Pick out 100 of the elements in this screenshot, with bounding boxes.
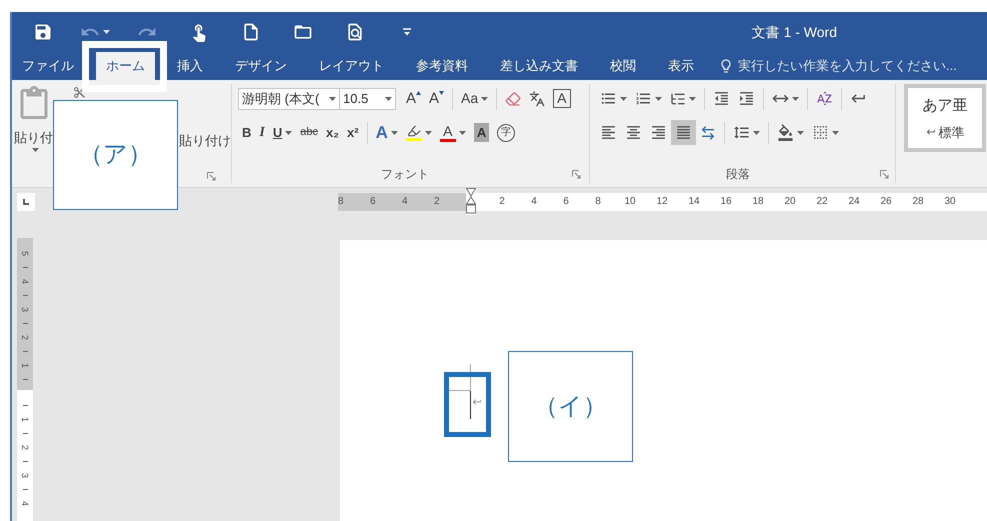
multilevel-list-icon (670, 90, 686, 106)
ruler-number: 2 (20, 334, 30, 340)
border-grid-icon (812, 124, 829, 141)
ribbon-tab[interactable]: ファイル (12, 52, 84, 80)
indent-marker[interactable] (466, 188, 476, 215)
highlight-frame (444, 372, 491, 437)
grow-button[interactable]: A (402, 86, 426, 111)
ribbon-tab[interactable]: ホーム (96, 52, 155, 80)
ruler-number: 3 (20, 472, 30, 478)
triangle-down-icon (439, 91, 444, 95)
tab-stop-icon (23, 198, 29, 204)
ruler-tick (22, 350, 28, 352)
ruler-number: 2 (434, 195, 441, 209)
caret-icon (390, 130, 398, 134)
shrink-button[interactable]: A (425, 86, 448, 111)
bold-button[interactable]: B (238, 120, 256, 145)
ruler-number: 28 (911, 195, 925, 209)
caret-icon (797, 130, 804, 134)
ruler-number: 16 (719, 195, 733, 209)
font-size-field[interactable]: 10.5 (340, 88, 396, 110)
ribbon-tab[interactable]: 差し込み文書 (490, 52, 588, 80)
sort-icon (816, 90, 833, 107)
strike-button[interactable]: abc (296, 120, 322, 145)
scissors-icon[interactable] (73, 86, 86, 99)
ruler-tick (22, 322, 28, 324)
ruler-number: 14 (687, 195, 701, 209)
increase-indent-icon (738, 90, 755, 107)
ruler-number: 4 (20, 278, 30, 284)
caret-icon (385, 96, 392, 100)
ruler-number: 6 (562, 195, 570, 209)
justify-icon (675, 124, 692, 141)
justify-button[interactable] (671, 120, 696, 145)
ribbon-tab[interactable]: 参考資料 (406, 52, 478, 80)
ruler-tick (22, 460, 28, 462)
font-name-field[interactable]: 游明朝 (本文( (238, 88, 340, 110)
caret-icon (481, 96, 488, 100)
ruler-number: 8 (594, 195, 602, 209)
save-icon[interactable] (33, 22, 53, 42)
ribbon-tab[interactable]: 校閲 (600, 52, 646, 80)
ruler-number: 1 (20, 362, 30, 368)
ruler-number: 2 (498, 195, 506, 209)
paste-button[interactable]: 貼り付 (12, 84, 55, 183)
tab-selector[interactable] (17, 192, 35, 210)
caret-icon (655, 96, 662, 100)
ruler-number: 24 (847, 195, 861, 209)
ruler-number: 20 (783, 195, 797, 209)
ruler-number: 1 (20, 416, 30, 422)
ruler-tick (22, 294, 28, 296)
ruler-tick (22, 404, 28, 406)
subscript-button[interactable]: x₂ (322, 120, 343, 145)
customize-menu-icon[interactable] (403, 28, 411, 36)
eraser-icon (505, 90, 522, 106)
caret-icon (832, 130, 839, 134)
callout-label: （イ） (508, 351, 633, 462)
caret-icon (689, 96, 696, 100)
ruler-tick (22, 488, 28, 490)
superscript-button[interactable]: x² (343, 120, 363, 145)
caret-icon (458, 130, 466, 134)
font-color-button[interactable]: A (436, 120, 470, 145)
case-button[interactable]: Aa (457, 86, 492, 111)
tell-me-field[interactable]: 実行したい作業を入力してください... (738, 56, 978, 76)
style-gallery-item[interactable]: あア亜 標準 (904, 84, 986, 152)
caret-icon (753, 130, 760, 134)
ruler-number: 2 (20, 444, 30, 450)
ruler-number: 5 (20, 250, 30, 256)
align-center-icon (625, 124, 642, 141)
ribbon-tab[interactable]: デザイン (225, 52, 297, 80)
caret-icon (285, 130, 292, 134)
underline-button[interactable]: U (268, 120, 296, 145)
ruler-number: 10 (623, 195, 637, 209)
ruler-number: 6 (370, 195, 377, 209)
ruler-number: 18 (751, 195, 765, 209)
language-icon (529, 90, 546, 106)
line-spacing-icon (733, 124, 750, 141)
effects-button[interactable]: A (372, 120, 402, 145)
style-name: 標準 (938, 124, 964, 142)
caret-icon (792, 96, 799, 100)
numbered-list-icon (635, 90, 652, 107)
group-label: フォント (380, 166, 430, 183)
caret-icon (329, 96, 336, 100)
caret-icon (424, 130, 432, 134)
ruler-tick (22, 432, 28, 434)
ribbon-tab[interactable]: レイアウト (309, 52, 394, 80)
align-left-icon (600, 124, 617, 141)
group-label: 段落 (725, 166, 751, 183)
decrease-indent-icon (713, 90, 730, 107)
dialog-launcher-icon[interactable] (207, 172, 216, 181)
return-arrow-icon (926, 127, 936, 138)
ribbon-tab[interactable]: 表示 (658, 52, 704, 80)
italic-button[interactable]: I (255, 120, 269, 145)
dialog-launcher-icon[interactable] (880, 170, 889, 178)
triangle-up-icon (416, 91, 422, 95)
format-painter-button[interactable]: 貼り付け (179, 131, 231, 150)
ruler-number: 8 (338, 195, 345, 209)
dialog-launcher-icon[interactable] (572, 170, 581, 178)
ruler-number: 4 (20, 500, 30, 506)
distributed-icon (700, 124, 716, 140)
ruler-number: 4 (530, 195, 538, 209)
ruler-tick (22, 378, 28, 380)
ribbon-tab[interactable]: 挿入 (167, 52, 213, 80)
